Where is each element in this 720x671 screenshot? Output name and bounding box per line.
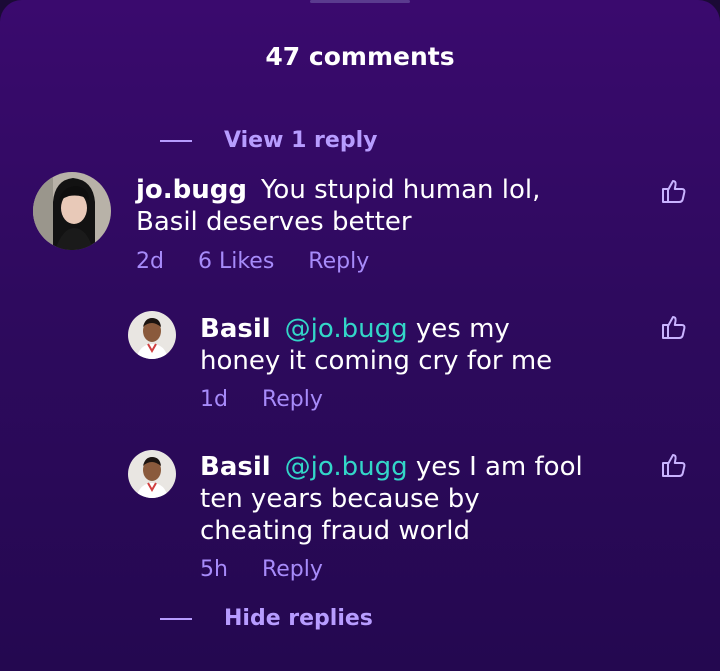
reply-reply-button[interactable]: Reply: [262, 387, 323, 412]
reply-text-line: honey it coming cry for me: [200, 346, 553, 376]
reply-meta: 5h Reply: [200, 557, 357, 582]
thumbs-up-icon[interactable]: [659, 312, 689, 342]
avatar-photo: [128, 311, 176, 359]
view-replies-label: View 1 reply: [224, 128, 378, 153]
comment-likes-count[interactable]: 6 Likes: [198, 249, 274, 274]
reply-time: 1d: [200, 387, 228, 412]
comments-count-title: 47 comments: [265, 42, 455, 71]
comment-text-line: You stupid human lol,: [261, 175, 541, 205]
sheet-drag-handle[interactable]: [310, 0, 410, 3]
comment-text-line: Basil deserves better: [136, 207, 412, 237]
avatar-jo-bugg[interactable]: [33, 172, 111, 250]
thread-line: [160, 139, 192, 142]
reply-mention[interactable]: @jo.bugg: [285, 452, 408, 482]
reply-username[interactable]: Basil: [200, 452, 271, 482]
hide-replies-toggle[interactable]: Hide replies: [160, 606, 373, 631]
reply-meta: 1d Reply: [200, 387, 357, 412]
reply-text-line: yes I am fool: [415, 452, 583, 482]
reply-text-line: yes my: [415, 314, 510, 344]
thread-line: [160, 617, 192, 620]
reply-text-line: ten years because by: [200, 484, 480, 514]
reply-time: 5h: [200, 557, 228, 582]
thumbs-up-icon[interactable]: [659, 450, 689, 480]
comment-username[interactable]: jo.bugg: [136, 175, 247, 205]
comment-reply-button[interactable]: Reply: [308, 249, 369, 274]
reply-mention[interactable]: @jo.bugg: [285, 314, 408, 344]
reply-body: Basil @jo.bugg yes I am fool ten years be…: [200, 451, 640, 547]
reply-text-line: cheating fraud world: [200, 516, 470, 546]
reply-reply-button[interactable]: Reply: [262, 557, 323, 582]
hide-replies-label: Hide replies: [224, 606, 373, 631]
avatar-basil[interactable]: [128, 450, 176, 498]
comment-meta: 2d 6 Likes Reply: [136, 249, 403, 274]
reply-username[interactable]: Basil: [200, 314, 271, 344]
comment-time: 2d: [136, 249, 164, 274]
comments-sheet: 47 comments View 1 reply jo.bugg You stup…: [0, 0, 720, 671]
avatar-photo: [128, 450, 176, 498]
thumbs-up-icon[interactable]: [659, 176, 689, 206]
view-replies-toggle[interactable]: View 1 reply: [160, 128, 377, 153]
avatar-photo: [33, 172, 111, 250]
reply-body: Basil @jo.bugg yes my honey it coming cry…: [200, 313, 640, 377]
comment-body: jo.bugg You stupid human lol, Basil deser…: [136, 174, 656, 238]
avatar-basil[interactable]: [128, 311, 176, 359]
